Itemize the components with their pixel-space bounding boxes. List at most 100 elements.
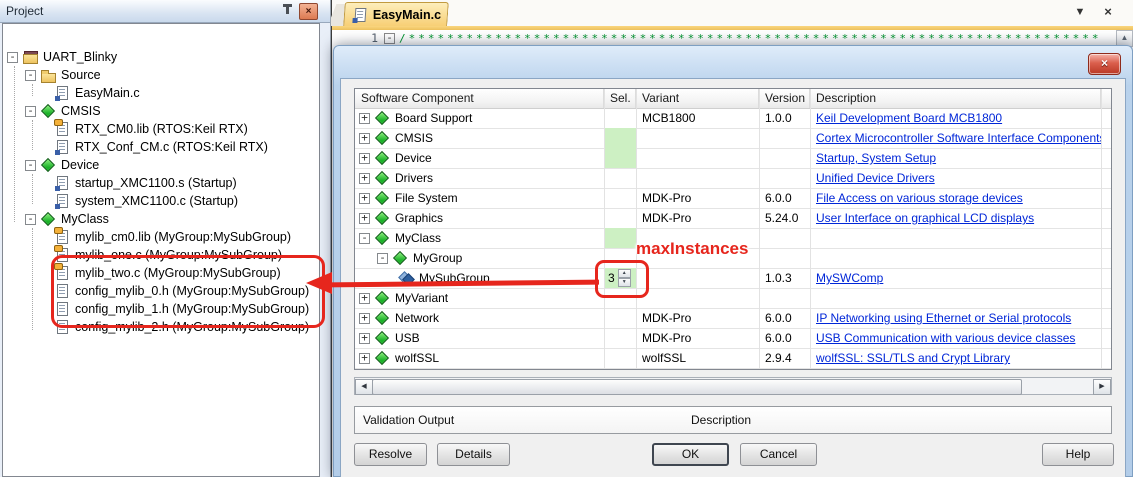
table-row[interactable]: +DriversUnified Device Drivers [355,168,1111,189]
table-row[interactable]: +NetworkMDK-Pro6.0.0IP Networking using … [355,308,1111,329]
tree-item[interactable]: system_XMC1100.c (Startup) [3,192,238,210]
table-row[interactable]: +wolfSSLwolfSSL2.9.4wolfSSL: SSL/TLS and… [355,348,1111,369]
table-row[interactable]: +MyVariant [355,288,1111,309]
diamond-icon [375,291,390,305]
code-fold-toggle[interactable]: - [384,33,395,44]
editor-close-icon[interactable]: × [1100,5,1116,19]
description-link[interactable]: User Interface on graphical LCD displays [816,211,1034,225]
sel-cell [604,208,636,228]
resolve-button[interactable]: Resolve [354,443,427,466]
component-cell: +MyVariant [355,288,604,308]
component-expand-toggle[interactable]: + [359,193,370,204]
table-row[interactable]: +USBMDK-Pro6.0.0USB Communication with v… [355,328,1111,349]
tree-item[interactable]: config_mylib_0.h (MyGroup:MySubGroup) [3,282,309,300]
component-cell: +USB [355,328,604,348]
tree-item[interactable]: -Source [3,66,101,84]
description-link[interactable]: File Access on various storage devices [816,191,1023,205]
scroll-right-icon[interactable]: ▶ [1093,379,1111,395]
dialog-close-button[interactable]: × [1088,53,1121,75]
column-header-sel-[interactable]: Sel. [604,89,636,108]
sel-cell [604,108,636,128]
description-link[interactable]: Startup, System Setup [816,151,936,165]
description-link[interactable]: USB Communication with various device cl… [816,331,1075,345]
description-link[interactable]: Keil Development Board MCB1800 [816,111,1002,125]
tree-item[interactable]: RTX_CM0.lib (RTOS:Keil RTX) [3,120,248,138]
component-expand-toggle[interactable]: + [359,333,370,344]
details-button[interactable]: Details [437,443,510,466]
tree-item[interactable]: -CMSIS [3,102,101,120]
tree-expand-toggle[interactable]: - [25,214,36,225]
tree-item[interactable]: -MyClass [3,210,109,228]
scrollbar-thumb[interactable] [372,379,1022,395]
ok-button[interactable]: OK [652,443,729,466]
table-row[interactable]: - MyGroup [355,248,1111,269]
component-expand-toggle[interactable]: - [377,253,388,264]
component-expand-toggle[interactable]: - [359,233,370,244]
component-expand-toggle[interactable]: + [359,153,370,164]
table-row[interactable]: +File SystemMDK-Pro6.0.0File Access on v… [355,188,1111,209]
project-close-icon[interactable]: × [299,3,318,20]
component-label: CMSIS [390,131,433,145]
component-expand-toggle[interactable]: + [359,113,370,124]
description-link[interactable]: wolfSSL: SSL/TLS and Crypt Library [816,351,1010,365]
tree-expand-toggle[interactable]: - [7,52,18,63]
table-horizontal-scrollbar[interactable]: ◀ ▶ [354,377,1112,395]
description-link[interactable]: IP Networking using Ethernet or Serial p… [816,311,1071,325]
tree-expand-toggle[interactable]: - [25,160,36,171]
component-expand-toggle[interactable]: + [359,313,370,324]
version-cell [759,148,810,168]
column-header-description[interactable]: Description [810,89,1101,108]
table-column-line [1101,89,1102,369]
description-link[interactable]: MySWComp [816,271,883,285]
component-expand-toggle[interactable]: + [359,293,370,304]
cancel-button[interactable]: Cancel [740,443,817,466]
tree-item-label: EasyMain.c [70,86,140,100]
diamond-icon [375,331,390,345]
table-row[interactable]: + CMSIS Cortex Microcontroller Software In… [355,128,1111,149]
table-row[interactable]: +DeviceStartup, System Setup [355,148,1111,169]
table-row[interactable]: +Board SupportMCB18001.0.0Keil Developme… [355,108,1111,129]
tree-item[interactable]: config_mylib_1.h (MyGroup:MySubGroup) [3,300,309,318]
sel-cell[interactable]: 3▲▼ [604,268,636,288]
tab-list-dropdown-icon[interactable]: ▼ [1072,5,1088,19]
tab-easymain[interactable]: EasyMain.c [343,2,449,26]
help-button[interactable]: Help [1042,443,1114,466]
tree-item-label: UART_Blinky [38,50,117,64]
tree-item[interactable]: config_mylib_2.h (MyGroup:MySubGroup) [3,318,309,336]
maxinstances-spinner[interactable]: ▲▼ [618,269,631,287]
variant-cell: MDK-Pro [636,208,759,228]
tree-item[interactable]: mylib_two.c (MyGroup:MySubGroup) [3,264,281,282]
component-expand-toggle[interactable]: + [359,213,370,224]
pin-icon[interactable] [279,3,296,18]
tree-item[interactable]: startup_XMC1100.s (Startup) [3,174,237,192]
spinner-down-icon[interactable]: ▼ [618,278,631,287]
description-link[interactable]: Cortex Microcontroller Software Interfac… [816,131,1101,145]
tree-expand-toggle[interactable]: - [25,70,36,81]
tree-item[interactable]: EasyMain.c [3,84,140,102]
column-header-software-component[interactable]: Software Component [355,89,604,108]
component-expand-toggle[interactable]: + [359,353,370,364]
column-header-version[interactable]: Version [759,89,810,108]
table-row[interactable]: -MyClass [355,228,1111,249]
component-expand-toggle[interactable]: + [359,133,370,144]
description-cell [810,248,1101,268]
tree-expand-toggle[interactable]: - [25,106,36,117]
column-header-variant[interactable]: Variant [636,89,759,108]
spinner-up-icon[interactable]: ▲ [618,269,631,278]
file-icon [352,8,368,22]
file-icon [55,122,70,136]
tree-item[interactable]: - UART_Blinky [3,48,117,66]
tree-item[interactable]: mylib_cm0.lib (MyGroup:MySubGroup) [3,228,291,246]
description-link[interactable]: Unified Device Drivers [816,171,935,185]
scroll-left-icon[interactable]: ◀ [355,379,373,395]
file-icon [55,266,70,280]
variant-cell [636,268,759,288]
table-row[interactable]: +GraphicsMDK-Pro5.24.0User Interface on … [355,208,1111,229]
tree-item[interactable]: mylib_one.c (MyGroup:MySubGroup) [3,246,282,264]
component-expand-toggle[interactable]: + [359,173,370,184]
tree-item[interactable]: -Device [3,156,99,174]
version-cell [759,228,810,248]
table-row[interactable]: MySubGroup3▲▼1.0.3MySWComp [355,268,1111,289]
component-label: MyGroup [408,251,462,265]
tree-item[interactable]: RTX_Conf_CM.c (RTOS:Keil RTX) [3,138,268,156]
